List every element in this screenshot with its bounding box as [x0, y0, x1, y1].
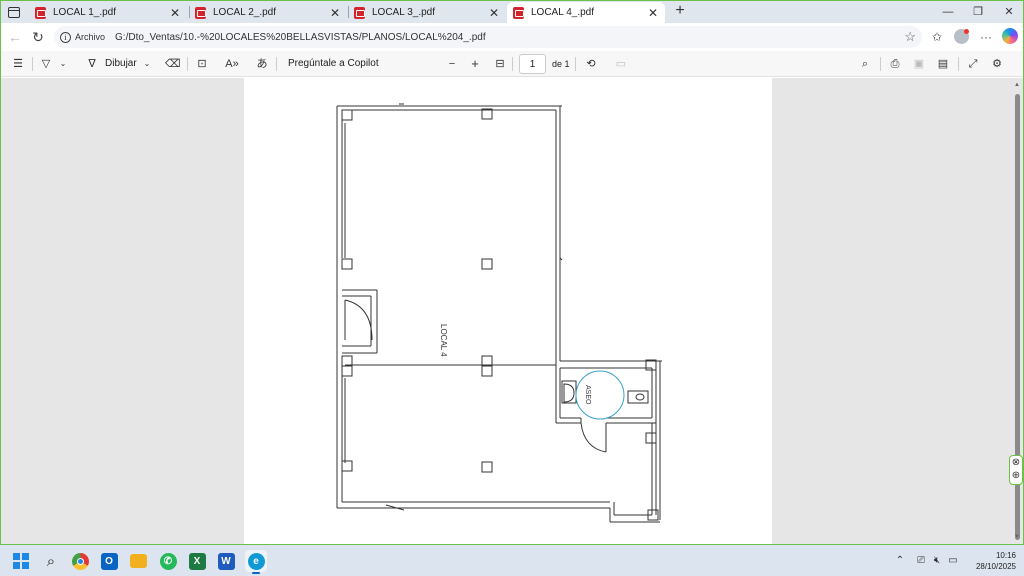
tab-title: LOCAL 1_.pdf — [53, 7, 117, 18]
toolbar-divider — [187, 57, 188, 71]
scroll-up-icon[interactable]: ▲ — [1013, 82, 1021, 88]
more-options-icon[interactable]: ··· — [978, 29, 994, 45]
pdf-toolbar: ☰ ▽ ⌄ ∇ Dibujar ⌄ ⌫ ⊡ A» あ Pregúntale a … — [1, 51, 1023, 77]
start-button[interactable] — [10, 550, 32, 572]
network-icon[interactable]: ⎚ — [914, 554, 928, 568]
url-text[interactable]: G:/Dto_Ventas/10.-%20LOCALES%20BELLASVIS… — [115, 32, 486, 43]
toolbar-divider — [880, 57, 881, 71]
side-panel-buttons: ⊗ ⊕ — [1009, 455, 1023, 485]
contents-list-icon[interactable]: ☰ — [11, 56, 25, 72]
new-tab-plus-icon[interactable]: + — [672, 3, 688, 19]
room-label-aseo: ASEO — [584, 385, 591, 405]
taskbar: ⌕ O ✆ X W e ⌃ ⎚ 🔇︎ ▭ 10:16 28/10/2025 — [0, 545, 1024, 576]
clock-time: 10:16 — [995, 551, 1016, 560]
page-view-icon[interactable]: ▭ — [614, 56, 628, 72]
floor-plan-drawing: LOCAL 4 ASEO — [336, 103, 662, 523]
pdf-file-icon — [354, 6, 365, 19]
pdf-file-icon — [195, 6, 206, 19]
pdf-file-icon — [513, 6, 524, 19]
tab-title: LOCAL 3_.pdf — [372, 7, 436, 18]
address-bar: ← ↻ i Archivo G:/Dto_Ventas/10.-%20LOCAL… — [1, 23, 1023, 51]
volume-muted-icon[interactable]: 🔇︎ — [930, 554, 944, 568]
close-tab-icon[interactable]: ✕ — [169, 7, 181, 19]
back-arrow-icon[interactable]: ← — [7, 29, 23, 45]
chrome-app-icon[interactable] — [69, 550, 91, 572]
search-icon[interactable]: ⌕ — [858, 56, 872, 72]
close-tab-icon[interactable]: ✕ — [329, 7, 341, 19]
ask-copilot-button[interactable]: Pregúntale a Copilot — [288, 56, 379, 72]
battery-icon[interactable]: ▭ — [946, 554, 960, 568]
page-number-input[interactable] — [519, 54, 546, 74]
toolbar-divider — [512, 57, 513, 71]
chevron-up-icon[interactable]: ⌃ — [895, 554, 905, 568]
tab-local-1[interactable]: LOCAL 1_.pdf ✕ — [29, 2, 187, 23]
info-icon[interactable]: i — [60, 31, 71, 43]
fullscreen-icon[interactable]: ⤢ — [966, 56, 980, 72]
draw-pen-icon[interactable]: ∇ — [85, 56, 99, 72]
zoom-out-icon[interactable]: − — [445, 56, 459, 72]
tab-local-2[interactable]: LOCAL 2_.pdf ✕ — [189, 2, 347, 23]
favorites-icon[interactable]: ✩ — [929, 29, 945, 45]
excel-app-icon[interactable]: X — [186, 550, 208, 572]
clock-date: 28/10/2025 — [975, 562, 1016, 571]
chevron-down-icon[interactable]: ⌄ — [142, 56, 152, 72]
url-scheme-label: Archivo — [75, 32, 106, 42]
save-as-icon[interactable]: ▤ — [936, 56, 950, 72]
favorite-star-icon[interactable]: ☆ — [904, 29, 916, 45]
edge-app-icon[interactable]: e — [245, 550, 267, 574]
print-icon[interactable]: ⎙ — [888, 56, 902, 72]
scroll-down-icon[interactable]: ▼ — [1013, 534, 1021, 540]
outlook-app-icon[interactable]: O — [98, 550, 120, 572]
page-total-label: de 1 — [552, 59, 570, 69]
pdf-viewer[interactable]: LOCAL 4 ASEO ▲ ▼ ⊗ ⊕ — [1, 78, 1023, 544]
file-explorer-icon[interactable] — [127, 550, 149, 572]
read-aloud-icon[interactable]: A» — [225, 56, 239, 72]
refresh-icon[interactable]: ↻ — [30, 29, 46, 45]
tab-title: LOCAL 2_.pdf — [213, 7, 277, 18]
notification-dot — [964, 29, 969, 34]
toolbar-divider — [32, 57, 33, 71]
whatsapp-app-icon[interactable]: ✆ — [157, 550, 179, 572]
word-app-icon[interactable]: W — [215, 550, 237, 572]
chevron-down-icon[interactable]: ⌄ — [58, 56, 68, 72]
close-window-icon[interactable]: ✕ — [1002, 5, 1016, 19]
minimize-icon[interactable]: — — [941, 5, 955, 19]
tab-strip: LOCAL 1_.pdf ✕ LOCAL 2_.pdf ✕ LOCAL 3_.p… — [1, 1, 1023, 23]
tab-local-3[interactable]: LOCAL 3_.pdf ✕ — [348, 2, 506, 23]
tab-title: LOCAL 4_.pdf — [531, 7, 595, 18]
toolbar-divider — [958, 57, 959, 71]
windows-logo-icon — [13, 553, 29, 569]
save-icon[interactable]: ▣ — [912, 56, 926, 72]
copilot-icon[interactable] — [1002, 28, 1018, 44]
add-side-panel-icon[interactable]: ⊕ — [1010, 469, 1022, 482]
toolbar-divider — [276, 57, 277, 71]
restore-icon[interactable]: ❐ — [971, 5, 985, 19]
chrome-logo — [71, 552, 89, 570]
close-tab-icon[interactable]: ✕ — [488, 7, 500, 19]
room-label-local: LOCAL 4 — [439, 324, 448, 357]
settings-gear-icon[interactable]: ⚙ — [990, 56, 1004, 72]
highlight-icon[interactable]: ▽ — [39, 56, 53, 72]
rotate-icon[interactable]: ⟲ — [584, 56, 598, 72]
toolbar-divider — [575, 57, 576, 71]
clock[interactable]: 10:16 28/10/2025 — [962, 550, 1016, 572]
close-side-panel-icon[interactable]: ⊗ — [1010, 456, 1022, 469]
pdf-file-icon — [35, 6, 46, 19]
eraser-icon[interactable]: ⌫ — [165, 56, 181, 72]
translate-icon[interactable]: あ — [255, 56, 269, 72]
url-field[interactable]: i Archivo G:/Dto_Ventas/10.-%20LOCALES%2… — [54, 26, 922, 48]
fit-page-icon[interactable]: ⊟ — [493, 56, 507, 72]
tab-actions-icon[interactable] — [7, 5, 21, 19]
pdf-page: LOCAL 4 ASEO — [244, 78, 772, 544]
text-box-icon[interactable]: ⊡ — [195, 56, 209, 72]
close-tab-icon[interactable]: ✕ — [647, 7, 659, 19]
draw-button[interactable]: Dibujar — [105, 56, 137, 72]
browser-window: LOCAL 1_.pdf ✕ LOCAL 2_.pdf ✕ LOCAL 3_.p… — [0, 0, 1024, 545]
search-icon[interactable]: ⌕ — [40, 550, 62, 572]
tab-local-4[interactable]: LOCAL 4_.pdf ✕ — [507, 2, 665, 23]
zoom-in-icon[interactable]: + — [468, 56, 482, 72]
